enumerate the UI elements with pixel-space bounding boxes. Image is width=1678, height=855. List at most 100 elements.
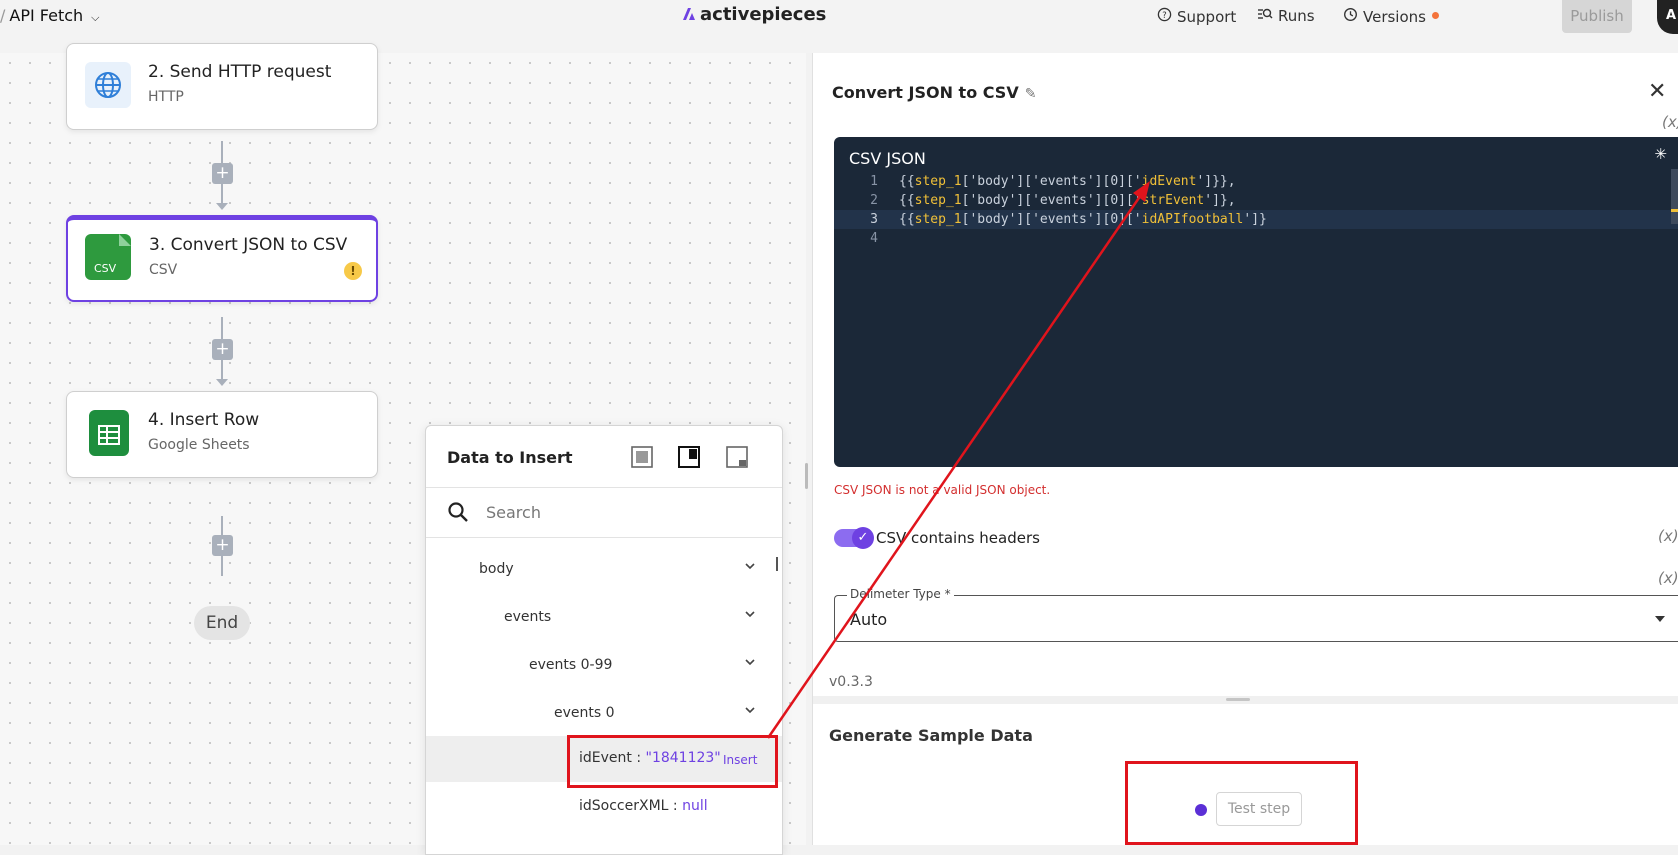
connector-arrow-icon: [216, 379, 228, 386]
annotation-highlight-box: [1125, 761, 1358, 845]
step-subtitle: CSV: [149, 262, 178, 278]
dock-full-icon[interactable]: [628, 443, 656, 471]
validation-error: CSV JSON is not a valid JSON object.: [834, 483, 1051, 497]
line-number: 4: [870, 231, 878, 246]
code-text: {{step_1['body']['events'][0]['strEvent'…: [899, 193, 1236, 208]
divider: [426, 487, 782, 488]
pencil-icon[interactable]: ✎: [1025, 86, 1037, 102]
tree-node-body[interactable]: body: [426, 547, 782, 593]
publish-button[interactable]: Publish: [1562, 0, 1632, 33]
step-subtitle: Google Sheets: [148, 437, 250, 453]
chevron-down-icon: [743, 607, 757, 621]
tree-node-label: body: [479, 561, 514, 577]
check-icon: ✓: [852, 527, 874, 549]
splitter-grip: [1226, 698, 1250, 701]
data-search-field[interactable]: [446, 498, 766, 528]
piece-version: v0.3.3: [829, 674, 873, 690]
support-button[interactable]: ? Support: [1155, 7, 1236, 26]
caret-down-icon: [1655, 616, 1665, 622]
code-line: 2 {{step_1['body']['events'][0]['strEven…: [834, 191, 1678, 210]
data-to-insert-panel: Data to Insert body events events 0-99 e…: [425, 425, 783, 855]
brand-name: activepieces: [700, 4, 827, 25]
panel-title-text: Convert JSON to CSV: [832, 83, 1019, 102]
step-card-convert-json-to-csv[interactable]: CSV 3. Convert JSON to CSV CSV !: [66, 215, 378, 302]
sparkle-icon[interactable]: ✳: [1654, 145, 1667, 163]
runs-button[interactable]: Runs: [1256, 7, 1315, 25]
step-settings-panel: Convert JSON to CSV ✎ ✕ (x) CSV JSON ✳ 1 …: [812, 53, 1678, 845]
dock-corner-icon[interactable]: [675, 443, 703, 471]
step-title: 2. Send HTTP request: [148, 62, 332, 82]
field-value: null: [682, 798, 708, 814]
chevron-down-icon: [743, 703, 757, 717]
editor-scrollbar[interactable]: [1671, 169, 1678, 224]
connector-line: [221, 141, 223, 163]
activepieces-logo-icon: [683, 8, 695, 20]
dock-bottom-icon[interactable]: [723, 443, 751, 471]
panel-splitter[interactable]: [813, 696, 1678, 704]
connector-line: [221, 556, 223, 576]
line-number: 2: [870, 193, 878, 208]
step-subtitle: HTTP: [148, 89, 184, 105]
history-icon: [1341, 7, 1359, 26]
line-number: 3: [870, 212, 878, 227]
dynamic-value-toggle[interactable]: (x): [1658, 527, 1678, 545]
google-sheets-icon: [89, 410, 129, 456]
data-to-insert-title: Data to Insert: [447, 448, 573, 467]
chevron-down-icon: [743, 655, 757, 669]
search-icon: [446, 500, 470, 528]
dynamic-value-toggle[interactable]: (x): [1658, 569, 1678, 587]
connector-line: [221, 184, 223, 204]
tree-leaf-idsoccerxml[interactable]: idSoccerXML : null: [426, 784, 782, 830]
chevron-down-icon: [743, 559, 757, 573]
close-icon[interactable]: ✕: [1648, 79, 1666, 104]
step-title: 4. Insert Row: [148, 410, 260, 430]
panel-title[interactable]: Convert JSON to CSV ✎: [832, 83, 1036, 102]
tree-scrollbar[interactable]: [776, 557, 778, 571]
connector-arrow-icon: [216, 203, 228, 210]
editor-label: CSV JSON: [849, 149, 926, 168]
end-node: End: [194, 606, 250, 640]
dynamic-value-toggle[interactable]: (x): [1662, 113, 1678, 131]
code-text: {{step_1['body']['events'][0]['idEvent']…: [899, 174, 1236, 189]
support-label: Support: [1177, 8, 1237, 26]
panel-resize-handle[interactable]: [805, 463, 808, 489]
chevron-down-icon: ⌵: [91, 11, 100, 24]
delimiter-type-select[interactable]: Delimeter Type * Auto: [834, 587, 1678, 642]
brand-logo: activepieces: [682, 4, 826, 25]
divider: [426, 537, 782, 538]
user-avatar[interactable]: A: [1657, 0, 1678, 34]
globe-icon: [85, 62, 131, 108]
connector-line: [221, 317, 223, 339]
step-card-send-http-request[interactable]: 2. Send HTTP request HTTP: [66, 43, 378, 130]
svg-text:?: ?: [1162, 10, 1166, 20]
tree-node-label: events 0: [554, 705, 615, 721]
versions-unsaved-dot: [1431, 12, 1439, 19]
code-text: {{step_1['body']['events'][0]['idAPIfoot…: [899, 212, 1267, 227]
tree-node-events-0-99[interactable]: events 0-99: [426, 643, 782, 689]
tree-node-label: events: [504, 609, 552, 625]
tree-node-events-0[interactable]: events 0: [426, 691, 782, 737]
add-step-button[interactable]: +: [212, 535, 233, 556]
code-line: 1 {{step_1['body']['events'][0]['idEvent…: [834, 172, 1678, 191]
line-number: 1: [870, 174, 878, 189]
tree-leaf-label: idSoccerXML : null: [579, 798, 708, 814]
versions-button[interactable]: Versions: [1341, 7, 1439, 26]
add-step-button[interactable]: +: [212, 339, 233, 360]
delimiter-type-label: Delimeter Type *: [847, 587, 954, 601]
help-circle-icon: ?: [1155, 7, 1173, 26]
tree-node-events[interactable]: events: [426, 595, 782, 641]
flow-name-menu[interactable]: / API Fetch ⌵: [0, 6, 100, 25]
runs-search-icon: [1256, 7, 1274, 25]
csv-icon-text: CSV: [94, 262, 117, 275]
versions-label: Versions: [1363, 8, 1426, 26]
csv-headers-toggle[interactable]: ✓: [834, 527, 874, 549]
add-step-button[interactable]: +: [212, 163, 233, 184]
csv-json-editor[interactable]: CSV JSON ✳ 1 {{step_1['body']['events'][…: [834, 137, 1678, 467]
step-card-insert-row[interactable]: 4. Insert Row Google Sheets: [66, 391, 378, 478]
step-title: 3. Convert JSON to CSV: [149, 235, 348, 255]
field-key: idSoccerXML :: [579, 798, 683, 814]
code-line-current: 3 {{step_1['body']['events'][0]['idAPIfo…: [834, 210, 1678, 229]
breadcrumb-separator: /: [0, 6, 6, 25]
connector-line: [221, 360, 223, 380]
data-search-input[interactable]: [486, 500, 756, 524]
